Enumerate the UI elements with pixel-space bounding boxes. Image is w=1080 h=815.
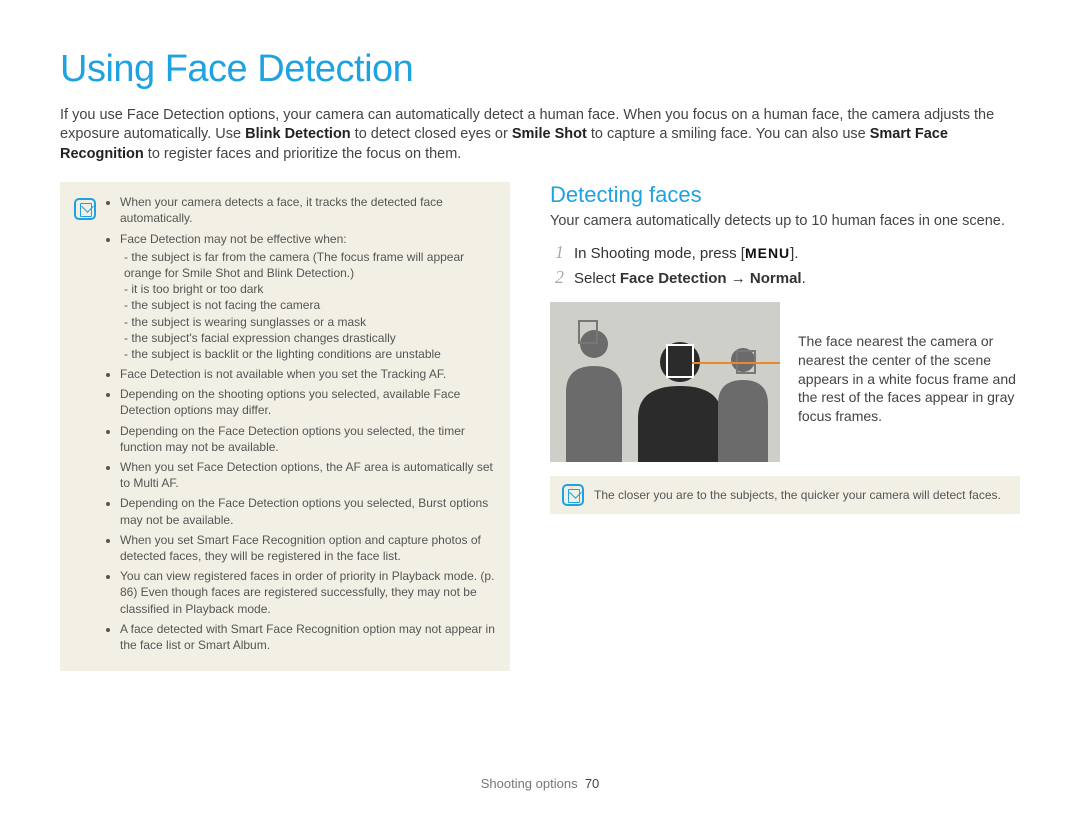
section-heading: Detecting faces — [550, 182, 1020, 208]
note-icon — [562, 484, 584, 506]
notes-panel: When your camera detects a face, it trac… — [60, 182, 510, 671]
tip-panel: The closer you are to the subjects, the … — [550, 476, 1020, 514]
step-text: In Shooting mode, press [MENU]. — [574, 245, 799, 262]
step-number: 1 — [550, 242, 564, 263]
list-item: the subject is not facing the camera — [124, 297, 496, 313]
intro-text-c: to detect closed eyes or — [351, 126, 512, 142]
list-item: the subject is wearing sunglasses or a m… — [124, 314, 496, 330]
page-footer: Shooting options 70 — [0, 776, 1080, 791]
list-item: When you set Face Detection options, the… — [120, 459, 496, 491]
list-item: When you set Smart Face Recognition opti… — [120, 532, 496, 564]
list-item: the subject's facial expression changes … — [124, 330, 496, 346]
intro-text-e: to register faces and prioritize the foc… — [144, 146, 462, 162]
steps: 1 In Shooting mode, press [MENU]. 2 Sele… — [550, 242, 1020, 288]
list-item: Face Detection is not available when you… — [120, 366, 496, 382]
intro-bold-blink: Blink Detection — [245, 126, 351, 142]
list-item: it is too bright or too dark — [124, 281, 496, 297]
step1-pre: In Shooting mode, press [ — [574, 245, 745, 262]
step-text: Select Face Detection → Normal. — [574, 270, 806, 287]
notes-list: When your camera detects a face, it trac… — [106, 194, 496, 653]
step1-post: ]. — [790, 245, 798, 262]
list-item: the subject is backlit or the lighting c… — [124, 346, 496, 362]
intro-text-d: to capture a smiling face. You can also … — [587, 126, 870, 142]
list-item: Depending on the Face Detection options … — [120, 495, 496, 527]
step-number: 2 — [550, 267, 564, 288]
step2-pre: Select — [574, 270, 620, 287]
step2-bold: Face Detection → Normal — [620, 270, 802, 287]
figure-caption: The face nearest the camera or nearest t… — [798, 302, 1020, 426]
list-item: You can view registered faces in order o… — [120, 568, 496, 617]
step2-post: . — [802, 270, 806, 287]
intro-bold-smile: Smile Shot — [512, 126, 587, 142]
list-item: When your camera detects a face, it trac… — [120, 194, 496, 226]
list-item: Face Detection may not be effective when… — [120, 231, 496, 363]
note-icon — [74, 198, 96, 220]
section-desc: Your camera automatically detects up to … — [550, 212, 1020, 232]
footer-page-number: 70 — [585, 776, 599, 791]
list-item: Depending on the Face Detection options … — [120, 423, 496, 455]
page-title: Using Face Detection — [60, 48, 1020, 91]
menu-key: MENU — [745, 245, 790, 261]
tip-text: The closer you are to the subjects, the … — [594, 487, 1001, 503]
list-item: the subject is far from the camera (The … — [124, 249, 496, 281]
intro-paragraph: If you use Face Detection options, your … — [60, 106, 1020, 165]
footer-section: Shooting options — [481, 776, 578, 791]
list-item: A face detected with Smart Face Recognit… — [120, 621, 496, 653]
illustration-face-detection — [550, 302, 780, 462]
list-item: Depending on the shooting options you se… — [120, 386, 496, 418]
list-item-lead: Face Detection may not be effective when… — [120, 232, 347, 246]
